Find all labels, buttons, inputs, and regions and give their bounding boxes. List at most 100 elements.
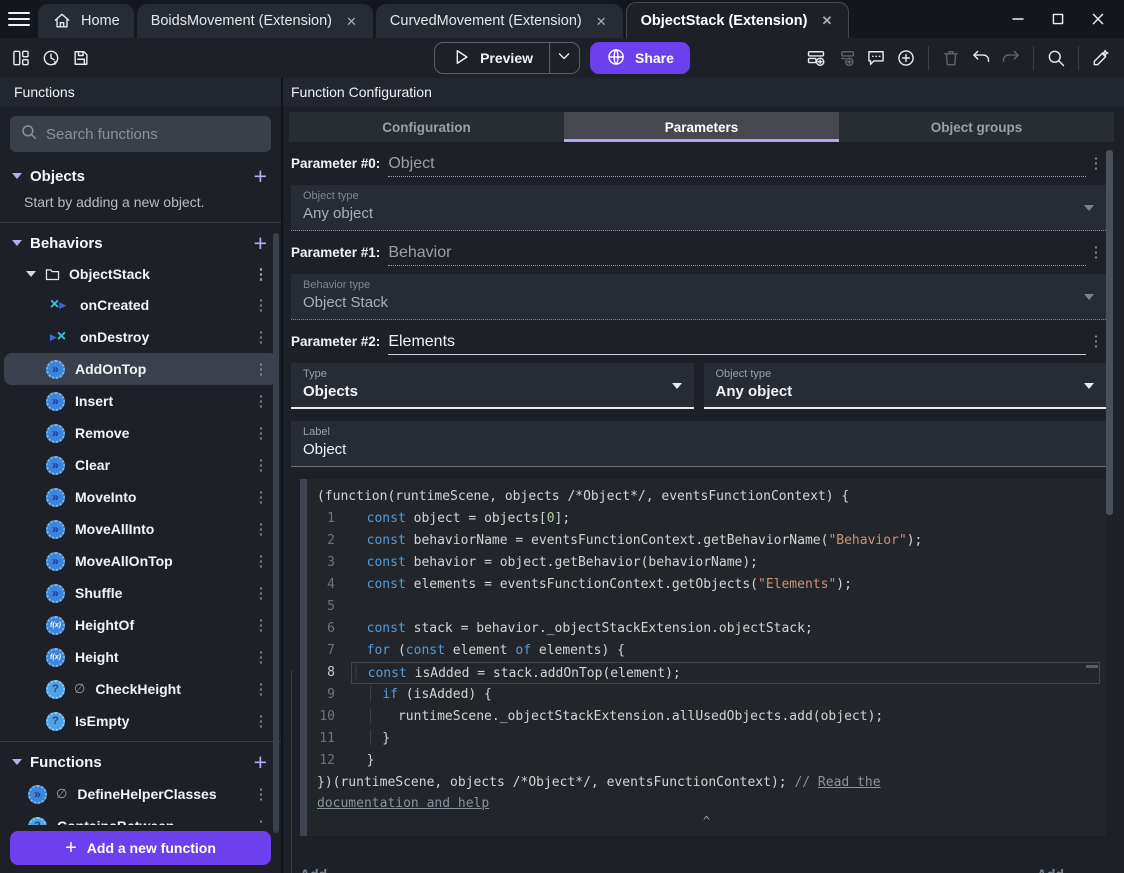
- more-options-icon[interactable]: ⋮: [251, 296, 271, 314]
- code-line-3[interactable]: 3 const behavior = object.getBehavior(be…: [307, 552, 1106, 574]
- section-behaviors[interactable]: Behaviors +: [0, 227, 281, 259]
- parameter-name-field[interactable]: Elements: [388, 333, 1086, 355]
- function-item-definehelperclasses[interactable]: » ∅ DefineHelperClasses ⋮: [4, 778, 277, 810]
- function-item-moveallinto[interactable]: » MoveAllInto ⋮: [4, 513, 277, 545]
- add-behaviors-icon[interactable]: +: [254, 231, 267, 255]
- more-options-icon[interactable]: ⋮: [251, 817, 271, 825]
- more-options-icon[interactable]: ⋮: [251, 456, 271, 474]
- minimize-button[interactable]: [998, 4, 1038, 34]
- behavior-objectstack[interactable]: ObjectStack ⋮: [0, 259, 281, 289]
- function-item-oncreated[interactable]: × ▶ onCreated ⋮: [4, 289, 277, 321]
- function-item-heightof[interactable]: f(x) HeightOf ⋮: [4, 609, 277, 641]
- more-options-icon[interactable]: ⋮: [251, 648, 271, 666]
- add-new-function-button[interactable]: + Add a new function: [10, 831, 271, 865]
- section-functions[interactable]: Functions +: [0, 746, 281, 778]
- code-line-11[interactable]: 11 │ }: [307, 728, 1106, 750]
- input-label[interactable]: Label Object: [291, 421, 1106, 467]
- function-item-moveinto[interactable]: » MoveInto ⋮: [4, 481, 277, 513]
- code-line-6[interactable]: 6 const stack = behavior._objectStackExt…: [307, 618, 1106, 640]
- more-options-icon[interactable]: ⋮: [251, 616, 271, 634]
- sidebar-scrollbar[interactable]: [273, 233, 279, 833]
- more-options-icon[interactable]: ⋮: [251, 424, 271, 442]
- caret-down-icon[interactable]: [26, 271, 36, 277]
- tab-curvedmovement-extension-[interactable]: CurvedMovement (Extension) ✕: [375, 4, 623, 38]
- code-line-2[interactable]: 2 const behaviorName = eventsFunctionCon…: [307, 530, 1106, 552]
- code-line-8[interactable]: 8 │ const isAdded = stack.addOnTop(elemen…: [307, 662, 1106, 684]
- add-circle-icon[interactable]: [891, 43, 921, 73]
- select-type[interactable]: Type Objects: [291, 363, 694, 409]
- more-options-icon[interactable]: ⋮: [251, 392, 271, 410]
- tab-configuration[interactable]: Configuration: [289, 112, 564, 142]
- tab-close-icon[interactable]: ✕: [344, 13, 359, 30]
- tab-objectstack-extension-[interactable]: ObjectStack (Extension) ✕: [625, 2, 850, 38]
- panel-scrollbar[interactable]: [1106, 150, 1113, 515]
- add-button-partial-left[interactable]: Add: [300, 866, 327, 873]
- code-line-4[interactable]: 4 const elements = eventsFunctionContext…: [307, 574, 1106, 596]
- more-options-icon[interactable]: ⋮: [251, 552, 271, 570]
- more-options-icon[interactable]: ⋮: [251, 328, 271, 346]
- search-functions-box[interactable]: [10, 116, 271, 152]
- more-options-icon[interactable]: ⋮: [251, 584, 271, 602]
- documentation-link[interactable]: Read the: [818, 775, 881, 790]
- function-item-clear[interactable]: » Clear ⋮: [4, 449, 277, 481]
- function-item-isempty[interactable]: ? IsEmpty ⋮: [4, 705, 277, 737]
- comment-icon[interactable]: [861, 43, 891, 73]
- function-item-remove[interactable]: » Remove ⋮: [4, 417, 277, 449]
- tab-parameters[interactable]: Parameters: [564, 112, 839, 142]
- function-item-insert[interactable]: » Insert ⋮: [4, 385, 277, 417]
- add-functions-icon[interactable]: +: [254, 750, 267, 774]
- function-item-shuffle[interactable]: » Shuffle ⋮: [4, 577, 277, 609]
- code-line-10[interactable]: 10 │ runtimeScene._objectStackExtension.…: [307, 706, 1106, 728]
- more-options-icon[interactable]: ⋮: [251, 680, 271, 698]
- tab-close-icon[interactable]: ✕: [819, 12, 834, 29]
- history-icon[interactable]: [36, 43, 66, 73]
- more-options-icon[interactable]: ⋮: [251, 265, 271, 283]
- search-icon[interactable]: [1041, 43, 1071, 73]
- menu-icon[interactable]: [0, 0, 38, 38]
- tab-object-groups[interactable]: Object groups: [839, 112, 1114, 142]
- function-item-moveallontop[interactable]: » MoveAllOnTop ⋮: [4, 545, 277, 577]
- function-item-containsbetween[interactable]: ? ContainsBetween ⋮: [4, 810, 277, 825]
- maximize-button[interactable]: [1038, 4, 1078, 34]
- code-line-9[interactable]: 9 │ if (isAdded) {: [307, 684, 1106, 706]
- close-button[interactable]: [1078, 4, 1118, 34]
- caret-down-icon[interactable]: [12, 240, 22, 246]
- collapse-code-caret[interactable]: ^: [307, 814, 1106, 832]
- more-options-icon[interactable]: ⋮: [1086, 332, 1106, 350]
- search-functions-input[interactable]: [46, 125, 261, 143]
- caret-down-icon[interactable]: [12, 759, 22, 765]
- share-button[interactable]: Share: [590, 42, 690, 74]
- more-options-icon[interactable]: ⋮: [251, 520, 271, 538]
- caret-down-icon[interactable]: [12, 173, 22, 179]
- function-item-checkheight[interactable]: ? ∅ CheckHeight ⋮: [4, 673, 277, 705]
- more-options-icon[interactable]: ⋮: [251, 712, 271, 730]
- panels-icon[interactable]: [6, 43, 36, 73]
- function-item-height[interactable]: f(x) Height ⋮: [4, 641, 277, 673]
- code-area[interactable]: (function(runtimeScene, objects /*Object…: [307, 479, 1106, 836]
- more-options-icon[interactable]: ⋮: [251, 785, 271, 803]
- add-button-partial-right[interactable]: Add: [1037, 866, 1064, 873]
- section-objects[interactable]: Objects +: [0, 160, 281, 192]
- js-code-editor[interactable]: (function(runtimeScene, objects /*Object…: [300, 479, 1106, 836]
- tab-home[interactable]: Home: [38, 4, 134, 38]
- tab-close-icon[interactable]: ✕: [594, 13, 609, 30]
- tab-boidsmovement-extension-[interactable]: BoidsMovement (Extension) ✕: [136, 4, 373, 38]
- add-event-icon[interactable]: [801, 43, 831, 73]
- code-line-12[interactable]: 12 }: [307, 750, 1106, 772]
- code-editor-left-scrollbar[interactable]: [300, 479, 307, 836]
- add-objects-icon[interactable]: +: [254, 164, 267, 188]
- undo-icon[interactable]: [966, 43, 996, 73]
- code-line-5[interactable]: 5: [307, 596, 1106, 618]
- more-options-icon[interactable]: ⋮: [1086, 243, 1106, 261]
- more-options-icon[interactable]: ⋮: [1086, 154, 1106, 172]
- preview-options-button[interactable]: [549, 43, 579, 73]
- select-object-type[interactable]: Object type Any object: [703, 363, 1106, 409]
- more-options-icon[interactable]: ⋮: [251, 488, 271, 506]
- more-options-icon[interactable]: ⋮: [251, 360, 271, 378]
- ai-pen-icon[interactable]: [1086, 43, 1116, 73]
- save-icon[interactable]: [66, 43, 96, 73]
- preview-button[interactable]: Preview: [435, 43, 549, 73]
- function-item-ondestroy[interactable]: ▶ × onDestroy ⋮: [4, 321, 277, 353]
- documentation-link[interactable]: documentation and help: [317, 796, 489, 811]
- code-line-1[interactable]: 1 const object = objects[0];: [307, 508, 1106, 530]
